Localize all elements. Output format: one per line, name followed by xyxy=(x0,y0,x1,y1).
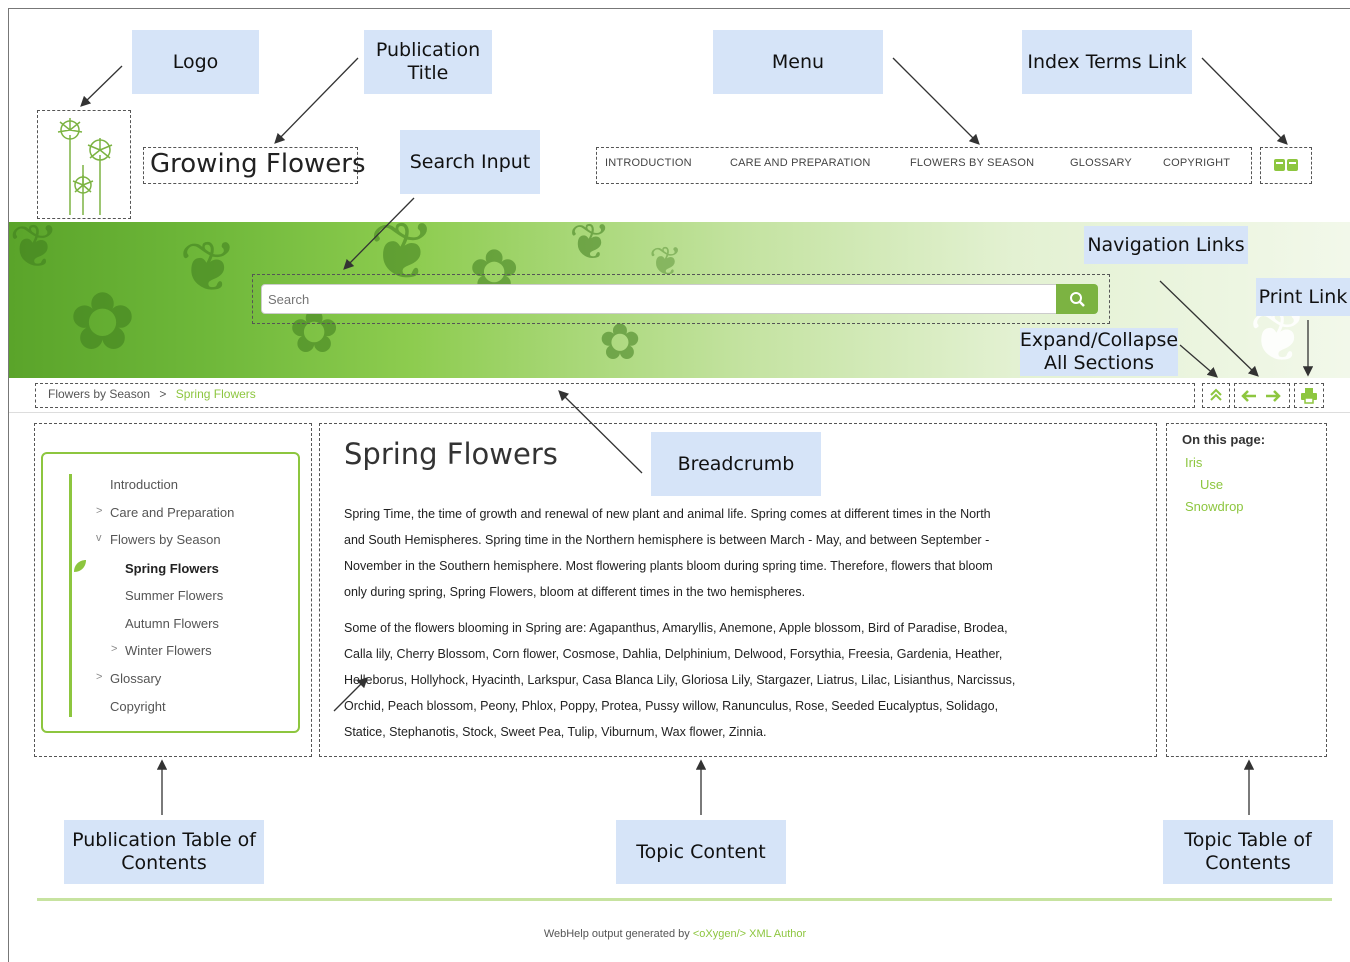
pointer-arrows xyxy=(80,57,1314,815)
